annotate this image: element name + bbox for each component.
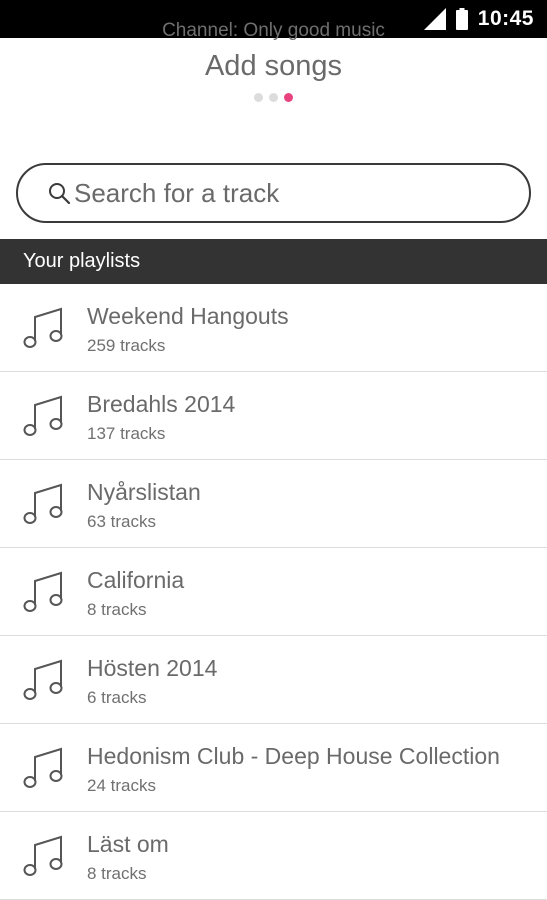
music-note-icon — [22, 306, 64, 350]
music-note-icon — [22, 658, 64, 702]
playlist-name: Hösten 2014 — [87, 655, 218, 681]
playlist-item[interactable]: Hedonism Club - Deep House Collection 24 … — [0, 724, 547, 812]
music-note-icon — [22, 482, 64, 526]
music-note-icon — [22, 570, 64, 614]
playlist-item[interactable]: California 8 tracks — [0, 548, 547, 636]
playlist-list: Weekend Hangouts 259 tracks Bredahls 2014 1… — [0, 284, 547, 900]
playlist-track-count: 63 tracks — [87, 512, 156, 531]
playlist-track-count: 6 tracks — [87, 688, 147, 707]
playlist-name: California — [87, 567, 185, 593]
search-input[interactable] — [74, 177, 494, 209]
playlist-track-count: 24 tracks — [87, 776, 156, 795]
playlist-track-count: 259 tracks — [87, 336, 166, 355]
playlist-item[interactable]: Hösten 2014 6 tracks — [0, 636, 547, 724]
playlist-name: Weekend Hangouts — [87, 303, 289, 329]
step-indicator — [0, 93, 547, 102]
playlist-item[interactable]: Nyårslistan 63 tracks — [0, 460, 547, 548]
step-dot — [254, 93, 263, 102]
search-bar[interactable] — [16, 163, 531, 223]
playlist-name: Läst om — [87, 831, 169, 857]
step-dot-active — [284, 93, 293, 102]
playlist-track-count: 8 tracks — [87, 600, 147, 619]
playlist-track-count: 137 tracks — [87, 424, 166, 443]
playlist-item[interactable]: Läst om 8 tracks — [0, 812, 547, 900]
section-header-playlists: Your playlists — [0, 239, 547, 284]
playlist-item[interactable]: Bredahls 2014 137 tracks — [0, 372, 547, 460]
step-dot — [269, 93, 278, 102]
music-note-icon — [22, 394, 64, 438]
playlist-name: Bredahls 2014 — [87, 391, 236, 417]
channel-label: Channel: Only good music — [162, 20, 385, 41]
playlist-name: Nyårslistan — [87, 479, 201, 505]
playlist-track-count: 8 tracks — [87, 864, 147, 883]
search-icon — [49, 183, 70, 204]
page-title: Add songs — [204, 50, 343, 82]
music-note-icon — [22, 746, 64, 790]
playlist-name: Hedonism Club - Deep House Collection — [87, 743, 500, 769]
playlist-item[interactable]: Weekend Hangouts 259 tracks — [0, 284, 547, 372]
music-note-icon — [22, 834, 64, 878]
